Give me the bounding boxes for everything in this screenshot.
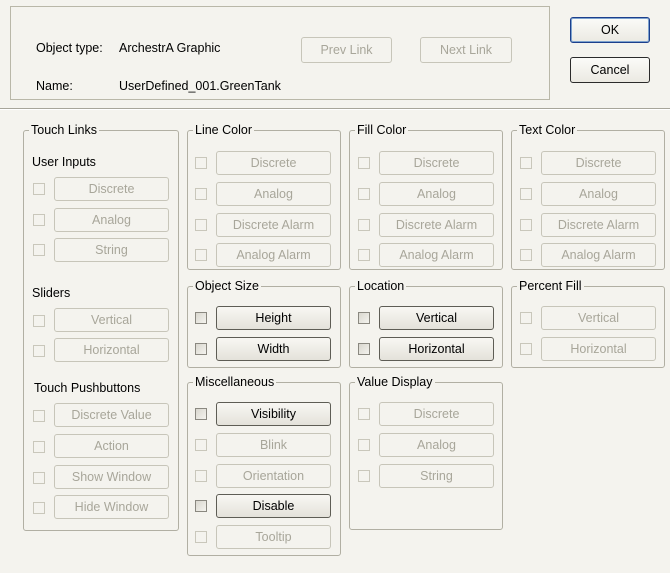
object-size-height-button[interactable]: Height xyxy=(216,306,331,330)
touch-pushbuttons-label: Touch Pushbuttons xyxy=(34,381,141,395)
pushbutton-show-window-checkbox[interactable] xyxy=(33,472,45,484)
user-inputs-label: User Inputs xyxy=(32,155,96,169)
cancel-button[interactable]: Cancel xyxy=(570,57,650,83)
fill-color-analog-button[interactable]: Analog xyxy=(379,182,494,206)
value-display-discrete-button[interactable]: Discrete xyxy=(379,402,494,426)
pushbutton-hide-window-checkbox[interactable] xyxy=(33,502,45,514)
user-input-discrete-checkbox[interactable] xyxy=(33,183,45,195)
line-color-discrete-button[interactable]: Discrete xyxy=(216,151,331,175)
value-display-analog-button[interactable]: Analog xyxy=(379,433,494,457)
location-title: Location xyxy=(355,278,407,294)
fill-color-discrete-button[interactable]: Discrete xyxy=(379,151,494,175)
fill-color-analog-alarm-checkbox[interactable] xyxy=(358,249,370,261)
slider-vertical-button[interactable]: Vertical xyxy=(54,308,169,332)
misc-disable-checkbox[interactable] xyxy=(195,500,207,512)
line-color-analog-checkbox[interactable] xyxy=(195,188,207,200)
location-horizontal-button[interactable]: Horizontal xyxy=(379,337,494,361)
fill-color-discrete-alarm-button[interactable]: Discrete Alarm xyxy=(379,213,494,237)
text-color-analog-checkbox[interactable] xyxy=(520,188,532,200)
location-horizontal-checkbox[interactable] xyxy=(358,343,370,355)
misc-visibility-button[interactable]: Visibility xyxy=(216,402,331,426)
slider-horizontal-button[interactable]: Horizontal xyxy=(54,338,169,362)
misc-visibility-checkbox[interactable] xyxy=(195,408,207,420)
next-link-button[interactable]: Next Link xyxy=(420,37,512,63)
value-display-string-checkbox[interactable] xyxy=(358,470,370,482)
text-color-discrete-button[interactable]: Discrete xyxy=(541,151,656,175)
location-vertical-checkbox[interactable] xyxy=(358,312,370,324)
pushbutton-action-checkbox[interactable] xyxy=(33,441,45,453)
object-size-width-checkbox[interactable] xyxy=(195,343,207,355)
fill-color-analog-alarm-button[interactable]: Analog Alarm xyxy=(379,243,494,267)
touch-links-title: Touch Links xyxy=(29,122,100,138)
user-input-discrete-button[interactable]: Discrete xyxy=(54,177,169,201)
percent-fill-vertical-button[interactable]: Vertical xyxy=(541,306,656,330)
line-color-discrete-checkbox[interactable] xyxy=(195,157,207,169)
fill-color-analog-checkbox[interactable] xyxy=(358,188,370,200)
percent-fill-horizontal-button[interactable]: Horizontal xyxy=(541,337,656,361)
value-display-string-button[interactable]: String xyxy=(379,464,494,488)
misc-orientation-button[interactable]: Orientation xyxy=(216,464,331,488)
line-color-title: Line Color xyxy=(193,122,254,138)
value-display-analog-checkbox[interactable] xyxy=(358,439,370,451)
pushbutton-discrete-value-button[interactable]: Discrete Value xyxy=(54,403,169,427)
text-color-analog-alarm-button[interactable]: Analog Alarm xyxy=(541,243,656,267)
miscellaneous-title: Miscellaneous xyxy=(193,374,277,390)
fill-color-discrete-checkbox[interactable] xyxy=(358,157,370,169)
object-size-title: Object Size xyxy=(193,278,261,294)
text-color-discrete-alarm-checkbox[interactable] xyxy=(520,219,532,231)
slider-horizontal-checkbox[interactable] xyxy=(33,345,45,357)
percent-fill-horizontal-checkbox[interactable] xyxy=(520,343,532,355)
user-input-string-button[interactable]: String xyxy=(54,238,169,262)
ok-button[interactable]: OK xyxy=(570,17,650,43)
user-input-analog-checkbox[interactable] xyxy=(33,214,45,226)
object-type-value: ArchestrA Graphic xyxy=(119,41,221,55)
header-separator xyxy=(0,108,670,110)
text-color-title: Text Color xyxy=(517,122,578,138)
misc-disable-button[interactable]: Disable xyxy=(216,494,331,518)
object-size-height-checkbox[interactable] xyxy=(195,312,207,324)
text-color-analog-button[interactable]: Analog xyxy=(541,182,656,206)
pushbutton-show-window-button[interactable]: Show Window xyxy=(54,465,169,489)
slider-vertical-checkbox[interactable] xyxy=(33,315,45,327)
fill-color-title: Fill Color xyxy=(355,122,409,138)
location-vertical-button[interactable]: Vertical xyxy=(379,306,494,330)
percent-fill-title: Percent Fill xyxy=(517,278,584,294)
object-size-width-button[interactable]: Width xyxy=(216,337,331,361)
sliders-label: Sliders xyxy=(32,286,71,300)
object-type-label: Object type: xyxy=(36,41,103,55)
line-color-analog-alarm-button[interactable]: Analog Alarm xyxy=(216,243,331,267)
fill-color-discrete-alarm-checkbox[interactable] xyxy=(358,219,370,231)
text-color-analog-alarm-checkbox[interactable] xyxy=(520,249,532,261)
line-color-discrete-alarm-checkbox[interactable] xyxy=(195,219,207,231)
text-color-discrete-alarm-button[interactable]: Discrete Alarm xyxy=(541,213,656,237)
pushbutton-hide-window-button[interactable]: Hide Window xyxy=(54,495,169,519)
misc-orientation-checkbox[interactable] xyxy=(195,470,207,482)
text-color-discrete-checkbox[interactable] xyxy=(520,157,532,169)
pushbutton-action-button[interactable]: Action xyxy=(54,434,169,458)
line-color-analog-button[interactable]: Analog xyxy=(216,182,331,206)
name-label: Name: xyxy=(36,79,73,93)
user-input-analog-button[interactable]: Analog xyxy=(54,208,169,232)
line-color-discrete-alarm-button[interactable]: Discrete Alarm xyxy=(216,213,331,237)
line-color-analog-alarm-checkbox[interactable] xyxy=(195,249,207,261)
misc-tooltip-checkbox[interactable] xyxy=(195,531,207,543)
pushbutton-discrete-value-checkbox[interactable] xyxy=(33,410,45,422)
value-display-title: Value Display xyxy=(355,374,435,390)
prev-link-button[interactable]: Prev Link xyxy=(301,37,392,63)
name-value: UserDefined_001.GreenTank xyxy=(119,79,281,93)
misc-tooltip-button[interactable]: Tooltip xyxy=(216,525,331,549)
misc-blink-button[interactable]: Blink xyxy=(216,433,331,457)
percent-fill-vertical-checkbox[interactable] xyxy=(520,312,532,324)
value-display-discrete-checkbox[interactable] xyxy=(358,408,370,420)
user-input-string-checkbox[interactable] xyxy=(33,244,45,256)
misc-blink-checkbox[interactable] xyxy=(195,439,207,451)
